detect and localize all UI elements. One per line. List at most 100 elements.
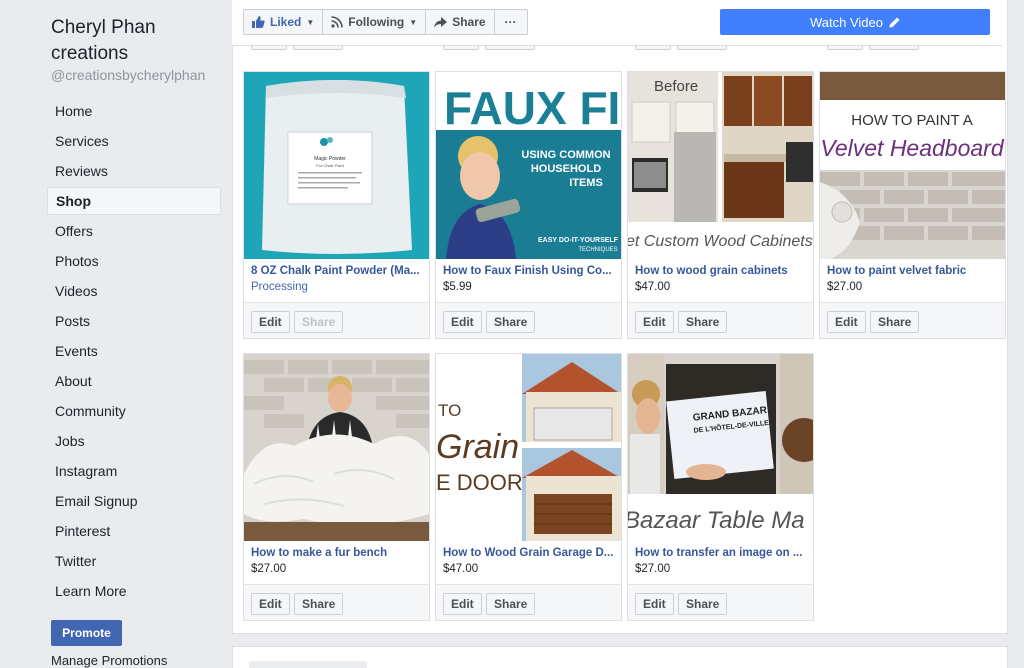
product-price: $27.00 (251, 563, 287, 575)
image-transfer-photo: GRAND BAZAR DE L'HÔTEL-DE-VILLE Bazaar T… (628, 354, 813, 541)
share-arrow-icon (434, 16, 448, 28)
sidebar-item-pinterest[interactable]: Pinterest (47, 517, 221, 545)
liked-label: Liked (270, 15, 302, 29)
product-title[interactable]: How to make a fur bench (251, 547, 423, 559)
product-actions: Edit Share (628, 584, 813, 620)
manage-promotions-link[interactable]: Manage Promotions (51, 653, 167, 668)
loading-placeholder (249, 661, 367, 668)
label-line2: For Chalk Paint (316, 163, 344, 168)
product-title[interactable]: 8 OZ Chalk Paint Powder (Ma... (251, 265, 423, 277)
product-image[interactable]: HOW TO PAINT A Velvet Headboard (820, 72, 1005, 259)
caret-down-icon: ▼ (306, 17, 315, 27)
before-label: Before (654, 78, 698, 95)
following-label: Following (348, 15, 405, 29)
product-price: $27.00 (635, 563, 671, 575)
product-image[interactable]: GRAND BAZAR DE L'HÔTEL-DE-VILLE Bazaar T… (628, 354, 813, 541)
page-action-group: Liked ▼ Following ▼ Share ··· (243, 9, 528, 35)
sub3: ITEMS (569, 177, 603, 189)
sidebar-item-home[interactable]: Home (47, 97, 221, 125)
product-image[interactable]: Before et Custom Wood Cabinets o (628, 72, 813, 259)
edit-button[interactable]: Edit (443, 593, 482, 615)
line1: HOW TO PAINT A (851, 112, 972, 129)
caption: et Custom Wood Cabinets o (628, 233, 813, 250)
product-price: $5.99 (443, 281, 472, 293)
sidebar-item-shop[interactable]: Shop (47, 187, 221, 215)
sidebar-item-reviews[interactable]: Reviews (47, 157, 221, 185)
chalk-powder-photo: Magic Powder For Chalk Paint (244, 72, 429, 259)
page-sidebar: Cheryl Phan creations @creationsbycheryl… (0, 0, 232, 668)
edit-button[interactable]: Edit (827, 311, 866, 333)
page-action-bar: Liked ▼ Following ▼ Share ··· Watch Vide… (232, 0, 1002, 46)
edit-button[interactable]: Edit (251, 311, 290, 333)
product-card[interactable]: TO Grain E DOORS How to Wood Grain Garag… (435, 353, 622, 621)
product-title[interactable]: How to Faux Finish Using Co... (443, 265, 615, 277)
product-actions: Edit Share (820, 302, 1005, 338)
sidebar-item-jobs[interactable]: Jobs (47, 427, 221, 455)
product-actions: Edit Share (628, 302, 813, 338)
product-status: Processing (251, 281, 308, 293)
product-image[interactable]: TO Grain E DOORS (436, 354, 621, 541)
product-card[interactable]: HOW TO PAINT A Velvet Headboard How to p… (819, 71, 1006, 339)
share-button[interactable]: Share (678, 593, 728, 615)
sidebar-item-email-signup[interactable]: Email Signup (47, 487, 221, 515)
product-title[interactable]: How to wood grain cabinets (635, 265, 807, 277)
product-card[interactable]: GRAND BAZAR DE L'HÔTEL-DE-VILLE Bazaar T… (627, 353, 814, 621)
product-price: $47.00 (635, 281, 671, 293)
product-actions: Edit Share (244, 302, 429, 338)
sidebar-item-about[interactable]: About (47, 367, 221, 395)
pencil-icon (889, 17, 900, 27)
product-title[interactable]: How to Wood Grain Garage D... (443, 547, 615, 559)
sub2: HOUSEHOLD (531, 163, 601, 175)
share-button[interactable]: Share (486, 311, 536, 333)
sidebar-item-videos[interactable]: Videos (47, 277, 221, 305)
page-handle[interactable]: @creationsbycherylphan (51, 67, 205, 83)
share-button[interactable]: Share (294, 593, 344, 615)
sidebar-item-community[interactable]: Community (47, 397, 221, 425)
product-price: $27.00 (827, 281, 863, 293)
sidebar-item-instagram[interactable]: Instagram (47, 457, 221, 485)
label-line1: Magic Powder (314, 156, 346, 162)
share-button[interactable]: Share (870, 311, 920, 333)
page-name[interactable]: Cheryl Phan creations (51, 15, 226, 67)
product-card[interactable]: FAUX FINISH USING COMMON HOUSEHOLD ITEMS… (435, 71, 622, 339)
share-button[interactable]: Share (486, 593, 536, 615)
product-card[interactable]: Before et Custom Wood Cabinets o How to … (627, 71, 814, 339)
edit-button[interactable]: Edit (635, 593, 674, 615)
velvet-headboard-photo: HOW TO PAINT A Velvet Headboard (820, 72, 1005, 259)
share-page-button[interactable]: Share (426, 10, 495, 34)
caption: Bazaar Table Ma (628, 507, 805, 534)
more-dots-icon: ··· (504, 15, 517, 29)
faux-finish-photo: FAUX FINISH USING COMMON HOUSEHOLD ITEMS… (436, 72, 621, 259)
product-card[interactable]: How to make a fur bench $27.00 Edit Shar… (243, 353, 430, 621)
product-image[interactable]: Magic Powder For Chalk Paint (244, 72, 429, 259)
thumbs-up-icon (252, 16, 265, 28)
watch-video-button[interactable]: Watch Video (720, 9, 990, 35)
liked-button[interactable]: Liked ▼ (244, 10, 324, 34)
product-price: $47.00 (443, 563, 479, 575)
share-button[interactable]: Share (678, 311, 728, 333)
sidebar-item-events[interactable]: Events (47, 337, 221, 365)
product-actions: Edit Share (244, 584, 429, 620)
following-button[interactable]: Following ▼ (323, 10, 427, 34)
sidebar-item-services[interactable]: Services (47, 127, 221, 155)
more-options-button[interactable]: ··· (495, 10, 527, 34)
sidebar-item-learn-more[interactable]: Learn More (47, 577, 221, 605)
product-actions: Edit Share (436, 302, 621, 338)
fur-bench-photo (244, 354, 429, 541)
sidebar-item-posts[interactable]: Posts (47, 307, 221, 335)
garage-doors-photo: TO Grain E DOORS (436, 354, 621, 541)
promote-button[interactable]: Promote (51, 620, 122, 646)
edit-button[interactable]: Edit (251, 593, 290, 615)
headline: FAUX FINISH (444, 82, 621, 134)
sidebar-item-offers[interactable]: Offers (47, 217, 221, 245)
edit-button[interactable]: Edit (635, 311, 674, 333)
product-card[interactable]: Magic Powder For Chalk Paint 8 OZ Chalk … (243, 71, 430, 339)
product-image[interactable] (244, 354, 429, 541)
sub1: USING COMMON (521, 149, 610, 161)
sidebar-item-photos[interactable]: Photos (47, 247, 221, 275)
edit-button[interactable]: Edit (443, 311, 482, 333)
product-title[interactable]: How to transfer an image on ... (635, 547, 807, 559)
sidebar-item-twitter[interactable]: Twitter (47, 547, 221, 575)
product-image[interactable]: FAUX FINISH USING COMMON HOUSEHOLD ITEMS… (436, 72, 621, 259)
product-title[interactable]: How to paint velvet fabric (827, 265, 999, 277)
